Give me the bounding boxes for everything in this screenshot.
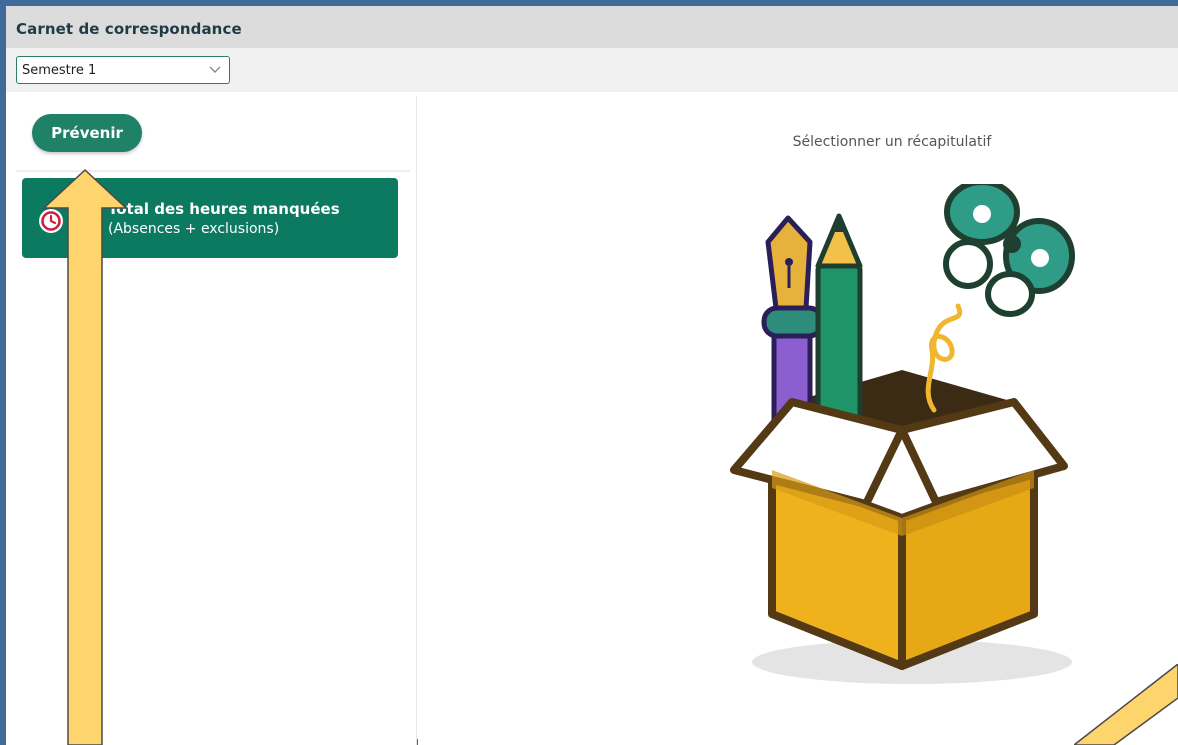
recap-item-title: Total des heures manquées — [108, 200, 340, 218]
empty-box-illustration — [730, 184, 1075, 684]
semester-select[interactable]: Semestre 1 — [16, 56, 230, 84]
prevenir-button[interactable]: Prévenir — [32, 114, 142, 152]
annotation-arrow-up — [42, 168, 128, 745]
annotation-arrow-diagonal — [1074, 664, 1178, 745]
chevron-down-icon — [209, 66, 221, 73]
empty-state-label: Sélectionner un récapitulatif — [792, 134, 992, 150]
window-title: Carnet de correspondance — [6, 6, 1178, 48]
semester-select-value: Semestre 1 — [22, 63, 97, 78]
filter-bar: Semestre 1 — [6, 48, 1178, 92]
recap-item-subtitle: (Absences + exclusions) — [108, 221, 280, 237]
recap-detail-panel: Sélectionner un récapitulatif — [418, 96, 1178, 745]
